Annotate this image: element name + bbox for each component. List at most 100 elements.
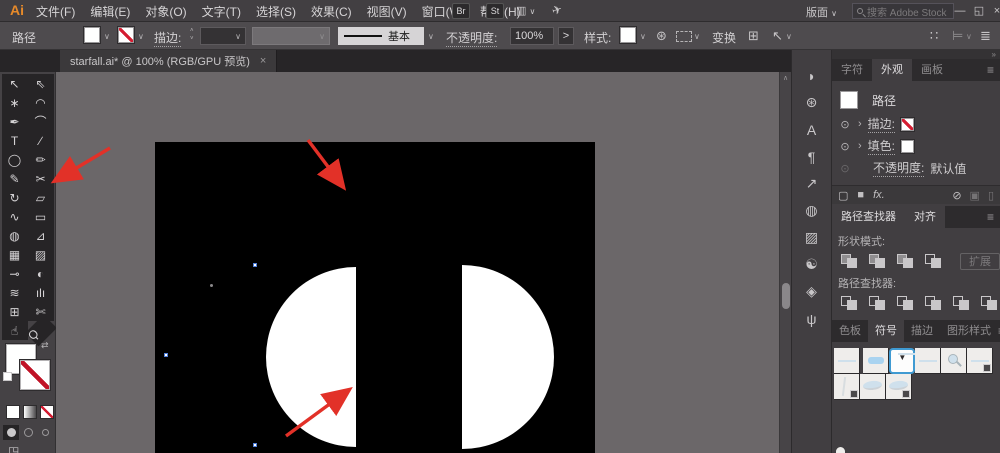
symbol-thumb-button[interactable] [863,348,890,374]
line-segment-tool[interactable]: ∕ [27,131,54,150]
isolate-chevron-icon[interactable]: ∨ [786,32,792,41]
crop-button[interactable] [922,294,946,312]
hand-tool[interactable]: ☝ [1,321,28,340]
fill-color-swatch[interactable] [84,27,100,43]
tab-swatches[interactable]: 色板 [832,320,868,342]
new-stroke-icon[interactable]: ▢ [838,189,848,202]
menu-object[interactable]: 对象(O) [145,3,186,20]
magic-wand-tool[interactable]: ∗ [1,93,28,112]
scale-tool[interactable]: ▱ [27,188,54,207]
transparency-panel-icon[interactable]: ◍ [792,197,831,224]
new-fill-icon[interactable]: ■ [857,189,864,201]
stroke-color-swatch[interactable] [118,27,134,43]
tab-graphic-styles[interactable]: 图形样式 [940,320,998,342]
outline-button[interactable] [950,294,974,312]
restore-button[interactable]: ◱ [971,2,987,19]
stroke-weight-label[interactable]: 描边: [154,29,182,47]
draw-behind-button[interactable] [20,425,36,440]
tab-stroke[interactable]: 描边 [904,320,940,342]
anchor-point-left[interactable] [164,353,168,357]
blend-tool[interactable]: ◐ [27,264,54,283]
export-panel-icon[interactable]: ↗ [792,170,831,197]
canvas-pasteboard[interactable] [56,72,779,453]
appearance-opacity-label[interactable]: 不透明度: [873,159,925,177]
clear-appearance-icon[interactable]: ⊘ [952,189,961,202]
fill-expand-icon[interactable]: › [858,140,862,152]
gradient-panel-icon[interactable]: ▨ [792,224,831,251]
menu-file[interactable]: 文件(F) [36,3,75,20]
menu-view[interactable]: 视图(V) [367,3,407,20]
shape-builder-tool[interactable]: ◍ [1,226,28,245]
stroke-visibility-eye-icon[interactable]: ⊙ [838,118,852,131]
document-tab[interactable]: starfall.ai* @ 100% (RGB/GPU 预览) × [60,50,278,72]
swap-fill-stroke-icon[interactable]: ⇄ [41,340,49,351]
trim-button[interactable] [866,294,890,312]
stroke-chevron-icon[interactable]: ∨ [138,32,144,41]
divide-button[interactable] [838,294,862,312]
stock-search-input[interactable]: 搜索 Adobe Stock [852,3,954,19]
workspace-switcher[interactable]: 版面 ∨ [806,4,837,20]
unite-button[interactable] [838,252,862,270]
symbol-tools-panel-icon[interactable]: ψ [792,305,831,332]
lasso-tool[interactable]: ◠ [27,93,54,112]
exclude-button[interactable] [922,252,946,270]
appearance-stroke-label[interactable]: 描边: [867,115,896,133]
transform-button[interactable]: 变换 [712,29,736,46]
appearance-fill-swatch[interactable] [901,139,915,153]
anchor-point-top[interactable] [253,263,257,267]
symbol-sprayer-tool[interactable]: ≋ [1,283,28,302]
style-chevron-icon[interactable]: ∨ [640,32,646,41]
stroke-weight-field[interactable]: ∨ [200,27,246,45]
symbol-thumb-wave[interactable] [860,374,886,400]
opacity-field[interactable]: 100% [510,27,554,45]
symbol-thumb-wave2[interactable] [886,374,912,400]
scissors-tool[interactable]: ✂ [27,169,54,188]
align-chevron-icon[interactable]: ∨ [966,32,972,41]
share-icon[interactable]: ✈ [550,2,564,19]
style-swatch[interactable] [620,27,636,43]
brush-definition-select[interactable]: 基本 [338,27,424,45]
draw-normal-button[interactable] [3,425,19,440]
graph-tool[interactable]: ılı [27,283,54,302]
opacity-label[interactable]: 不透明度: [446,29,498,47]
none-button[interactable] [40,405,54,419]
menu-effect[interactable]: 效果(C) [311,3,352,20]
symbol-thumb-magnifier[interactable] [941,348,968,374]
shaper-tool[interactable]: ✎ [1,169,28,188]
align-panel-icon[interactable]: ⊨ [952,28,963,44]
close-button[interactable]: × [989,2,1000,19]
scroll-up-icon[interactable]: ∧ [780,72,791,84]
stock-badge[interactable]: St [486,3,504,19]
delete-item-icon[interactable]: ▯ [988,189,994,202]
tab-artboards[interactable]: 画板 [912,59,952,81]
tab-close-icon[interactable]: × [260,55,266,67]
tab-character[interactable]: 字符 [832,59,872,81]
selection-tool[interactable]: ↖ [1,74,28,93]
add-effect-icon[interactable]: fx. [873,189,885,201]
eyedropper-tool[interactable]: ⊸ [1,264,28,283]
free-transform-tool[interactable]: ▭ [27,207,54,226]
duplicate-item-icon[interactable]: ▣ [970,189,980,202]
tab-align[interactable]: 对齐 [905,206,945,228]
rotate-tool[interactable]: ↻ [1,188,28,207]
panel-menu-icon[interactable]: ≡ [987,63,1000,77]
color-panel-icon[interactable]: ☯ [792,251,831,278]
opacity-more-button[interactable]: > [558,27,574,45]
intersect-button[interactable] [894,252,918,270]
list-options-icon[interactable]: ≣ [980,28,991,44]
ellipse-tool[interactable]: ◯ [1,150,28,169]
anchor-point-bottom[interactable] [253,443,257,447]
appearance-fill-label[interactable]: 填色: [867,137,896,155]
minus-front-button[interactable] [866,252,890,270]
isolate-selection-icon[interactable]: ↖ [772,28,783,44]
color-button[interactable] [6,405,20,419]
artboard-tool[interactable]: ⊞ [1,302,28,321]
select-similar-chevron-icon[interactable]: ∨ [694,32,700,41]
symbol-thumb-line[interactable] [834,348,860,374]
arrange-documents-icon[interactable]: ▥ ∨ [516,4,535,17]
menu-type[interactable]: 文字(T) [202,3,241,20]
type-tool[interactable]: T [1,131,28,150]
paintbrush-tool[interactable]: ✏ [27,150,54,169]
tab-symbols[interactable]: 符号 [868,320,904,342]
minus-back-button[interactable] [978,294,1000,312]
